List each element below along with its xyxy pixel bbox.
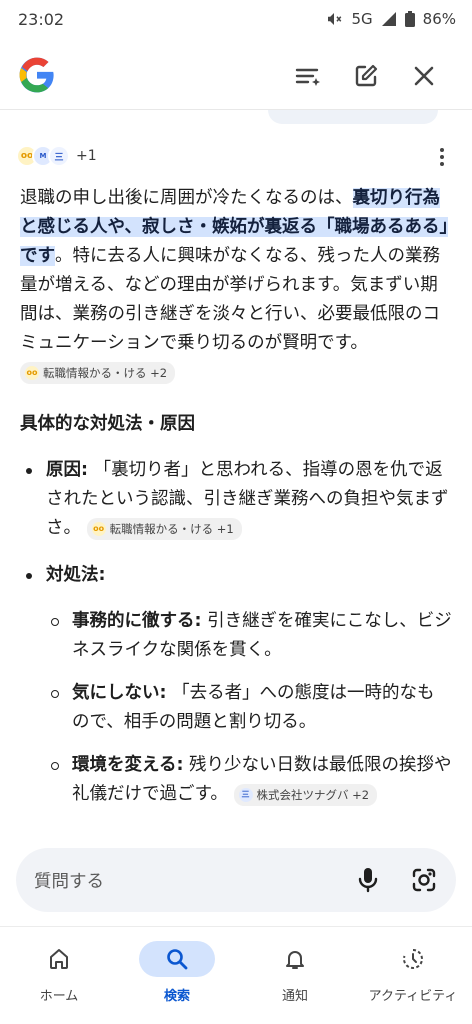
source-chip[interactable]: 三株式会社ツナグバ +2: [233, 784, 378, 806]
source-icon: oo: [91, 522, 106, 536]
source-icon: 三: [238, 788, 253, 802]
source-chip-label: 転職情報かる・ける +2: [43, 366, 168, 380]
nav-activity-icon-wrap: [375, 941, 451, 977]
source-chip[interactable]: oo 転職情報かる・ける +2: [20, 362, 176, 384]
sub-bullet-ring: [51, 690, 59, 698]
sub-list-item: 環境を変える: 残り少ない日数は最低限の挨拶や礼儀だけで過ごす。 三株式会社ツナ…: [46, 751, 452, 809]
bullet-label: 原因:: [46, 460, 88, 480]
bell-icon: [286, 951, 304, 969]
filter-sparkle-button[interactable]: [292, 60, 324, 92]
source-chip-label: 株式会社ツナグバ +2: [256, 788, 370, 802]
activity-icon: [403, 949, 423, 969]
answer-paragraph: 退職の申し出後に周囲が冷たくなるのは、裏切り行為と感じる人や、寂しさ・嫉妬が裏返…: [20, 184, 452, 387]
sub-bullet-ring: [51, 762, 59, 770]
nav-activity-label: アクティビティ: [368, 989, 458, 1004]
search-icon: [167, 949, 188, 970]
mute-icon: [328, 13, 342, 25]
bottom-nav: ホーム 検索 通知 アクティビティ: [0, 926, 472, 1024]
google-g-logo[interactable]: [18, 56, 56, 94]
source-icons[interactable]: oo M 三 +1: [16, 144, 97, 168]
sub-list-item: 気にしない: 「去る者」への態度は一時的なもので、相手の問題と割り切る。: [46, 679, 452, 737]
source-chip-label: 転職情報かる・ける +1: [109, 522, 234, 536]
nav-activity[interactable]: アクティビティ: [354, 935, 472, 1015]
section-heading: 具体的な対処法・原因: [20, 414, 195, 434]
status-time: 23:02: [18, 10, 65, 29]
status-icons: 5G 86%: [325, 10, 456, 28]
sub-bullet-label: 事務的に徹する:: [72, 611, 202, 631]
voice-search-button[interactable]: [352, 864, 384, 896]
close-icon: [414, 66, 434, 86]
answer-lead: 退職の申し出後に周囲が冷たくなるのは、: [20, 188, 353, 208]
answer-body: 。特に去る人に興味がなくなる、残った人の業務量が増える、などの理由が挙げられます…: [20, 246, 440, 353]
bullet-dot: [26, 573, 32, 579]
nav-notifications[interactable]: 通知: [236, 935, 354, 1015]
nav-notifications-icon-wrap: [257, 941, 333, 977]
nav-home-icon-wrap: [21, 941, 97, 977]
list-item: 対処法:: [20, 561, 452, 590]
previous-query-bubble: [268, 110, 438, 124]
signal-icon: [381, 12, 396, 26]
top-header: [0, 40, 472, 110]
ask-placeholder: 質問する: [34, 872, 104, 892]
close-button[interactable]: [408, 60, 440, 92]
list-item: 原因: 「裏切り者」と思われる、指導の恩を仇で返されたという認識、引き継ぎ業務へ…: [20, 456, 452, 543]
sub-list-item: 事務的に徹する: 引き継ぎを確実にこなし、ビジネスライクな関係を貫く。: [46, 607, 452, 665]
filter-sparkle-icon: [295, 68, 320, 86]
edit-icon: [355, 64, 378, 87]
ask-input[interactable]: 質問する: [16, 848, 456, 912]
nav-notifications-label: 通知: [281, 989, 308, 1004]
camera-lens-icon: [412, 868, 436, 892]
battery-icon: [404, 11, 415, 27]
more-options-icon[interactable]: [432, 146, 452, 168]
source-chip[interactable]: oo 転職情報かる・ける +1: [86, 518, 242, 540]
bullet-dot: [26, 468, 32, 474]
microphone-icon: [358, 868, 378, 893]
bullet-label: 対処法:: [46, 565, 106, 585]
nav-search-label: 検索: [163, 989, 190, 1004]
edit-button[interactable]: [350, 60, 382, 92]
status-bar: 23:02 5G 86%: [0, 0, 472, 40]
home-icon: [50, 949, 68, 969]
sub-bullet-label: 気にしない:: [72, 683, 167, 703]
sub-bullet-ring: [51, 618, 59, 626]
source-more-count: +1: [76, 148, 97, 164]
network-label: 5G: [351, 10, 373, 28]
battery-level: 86%: [422, 10, 456, 28]
nav-search[interactable]: 検索: [118, 935, 236, 1015]
ai-answer: oo M 三 +1 退職の申し出後に周囲が冷たくなるのは、裏切り行為と感じる人や…: [0, 132, 472, 848]
sub-bullet-label: 環境を変える:: [72, 755, 184, 775]
source-icon: 三: [48, 145, 70, 167]
nav-search-icon-wrap: [139, 941, 215, 977]
nav-home-label: ホーム: [39, 989, 79, 1004]
source-icon: oo: [25, 366, 39, 380]
nav-home[interactable]: ホーム: [0, 935, 118, 1015]
lens-button[interactable]: [408, 864, 440, 896]
